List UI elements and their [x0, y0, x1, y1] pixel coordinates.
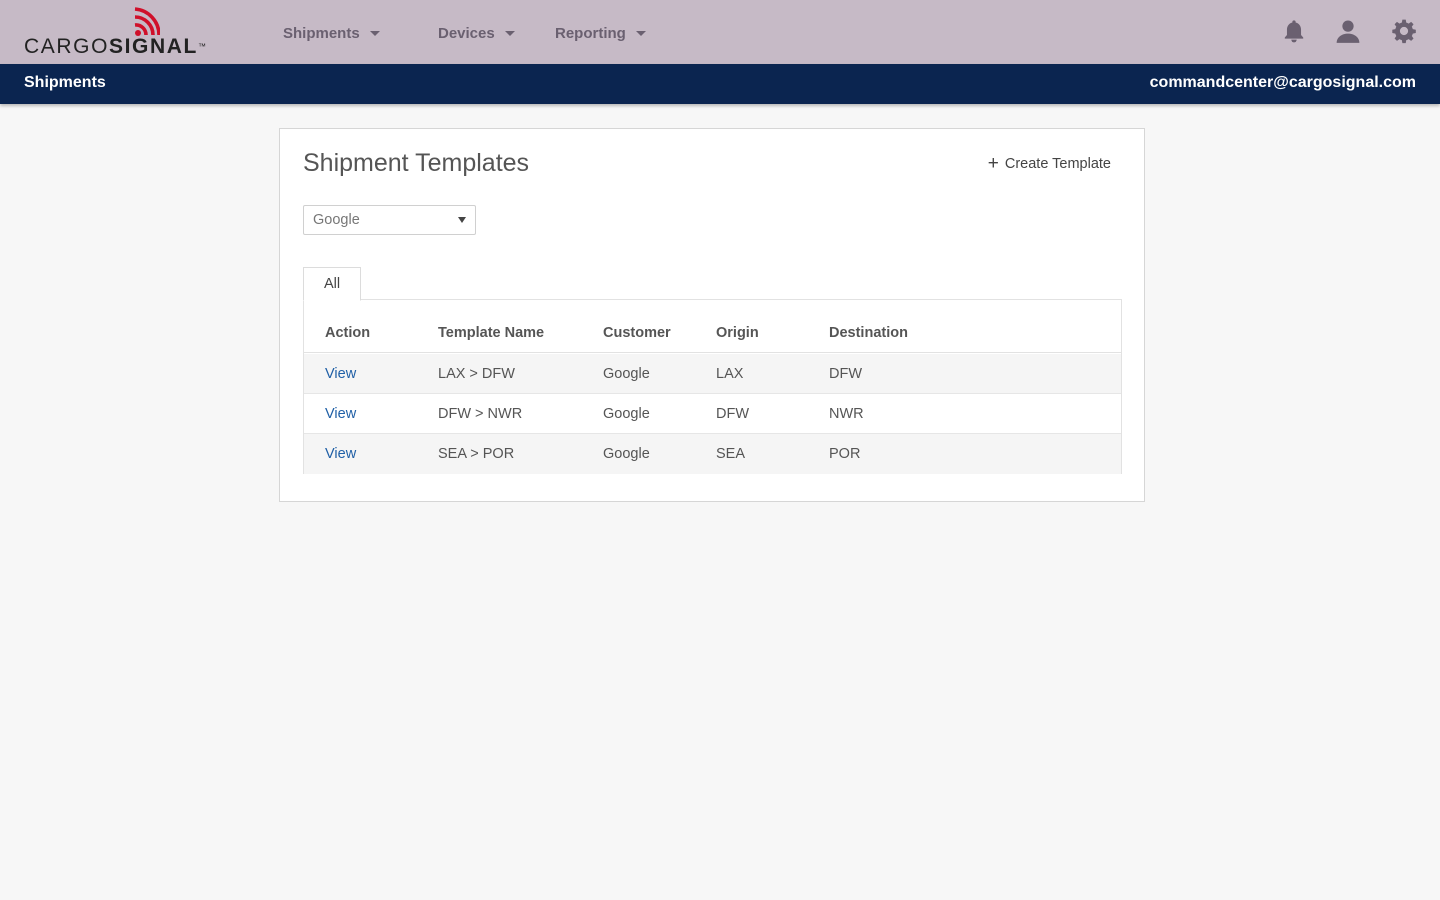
destination-cell: POR	[829, 446, 861, 462]
customer-select-value: Google	[313, 212, 360, 228]
top-navigation-bar: CARGOSIGNAL™ Shipments Devices Reporting	[0, 0, 1440, 64]
template-name-cell: LAX > DFW	[438, 366, 515, 382]
user-icon[interactable]	[1335, 18, 1361, 44]
destination-cell: NWR	[829, 406, 864, 422]
cargosignal-logo[interactable]: CARGOSIGNAL™	[24, 6, 206, 58]
logo-wordmark: CARGOSIGNAL™	[24, 36, 206, 58]
signal-waves-icon	[134, 7, 160, 36]
template-name-cell: SEA > POR	[438, 446, 515, 462]
logo-text-light: CARGO	[24, 35, 110, 58]
column-header-action: Action	[325, 325, 371, 341]
customer-cell: Google	[603, 366, 650, 382]
nav-shipments-label: Shipments	[283, 24, 360, 42]
page-title: Shipment Templates	[303, 149, 530, 177]
nav-reporting-dropdown[interactable]: Reporting	[555, 22, 646, 44]
nav-devices-dropdown[interactable]: Devices	[438, 22, 515, 44]
templates-table: Action Template Name Customer Origin Des…	[303, 299, 1122, 474]
view-link[interactable]: View	[325, 366, 356, 382]
column-header-template-name[interactable]: Template Name	[438, 325, 544, 341]
logo-trademark: ™	[197, 42, 206, 51]
tab-all[interactable]: All	[303, 267, 361, 301]
destination-cell: DFW	[829, 366, 863, 382]
bell-icon[interactable]	[1281, 18, 1307, 44]
column-header-origin[interactable]: Origin	[716, 325, 759, 341]
create-template-label: Create Template	[1004, 156, 1111, 172]
table-row: View DFW > NWR Google DFW NWR	[304, 394, 1121, 434]
customer-cell: Google	[603, 406, 650, 422]
tab-all-label: All	[323, 276, 341, 292]
caret-down-icon	[458, 217, 466, 223]
chevron-down-icon	[635, 30, 646, 36]
plus-icon: +	[987, 153, 999, 174]
table-row: View SEA > POR Google SEA POR	[304, 434, 1121, 474]
customer-cell: Google	[603, 446, 650, 462]
origin-cell: LAX	[716, 366, 744, 382]
create-template-button[interactable]: + Create Template	[987, 153, 1111, 174]
chevron-down-icon	[504, 30, 515, 36]
nav-reporting-label: Reporting	[555, 24, 626, 42]
view-link[interactable]: View	[325, 446, 356, 462]
user-email[interactable]: commandcenter@cargosignal.com	[1150, 74, 1416, 92]
nav-shipments-dropdown[interactable]: Shipments	[283, 22, 380, 44]
shipment-templates-card: Shipment Templates + Create Template Goo…	[279, 128, 1145, 502]
origin-cell: SEA	[716, 446, 746, 462]
section-header-bar: Shipments commandcenter@cargosignal.com	[0, 64, 1440, 104]
table-header-row: Action Template Name Customer Origin Des…	[304, 300, 1121, 353]
chevron-down-icon	[369, 30, 380, 36]
section-title: Shipments	[24, 74, 106, 91]
origin-cell: DFW	[716, 406, 750, 422]
template-name-cell: DFW > NWR	[438, 406, 523, 422]
logo-text-bold: SIGNAL	[109, 35, 198, 58]
view-link[interactable]: View	[325, 406, 356, 422]
gear-icon[interactable]	[1391, 18, 1417, 44]
column-header-customer[interactable]: Customer	[603, 325, 671, 341]
customer-select[interactable]: Google	[303, 205, 476, 235]
table-row: View LAX > DFW Google LAX DFW	[304, 354, 1121, 394]
nav-devices-label: Devices	[438, 24, 495, 42]
column-header-destination[interactable]: Destination	[829, 325, 908, 341]
